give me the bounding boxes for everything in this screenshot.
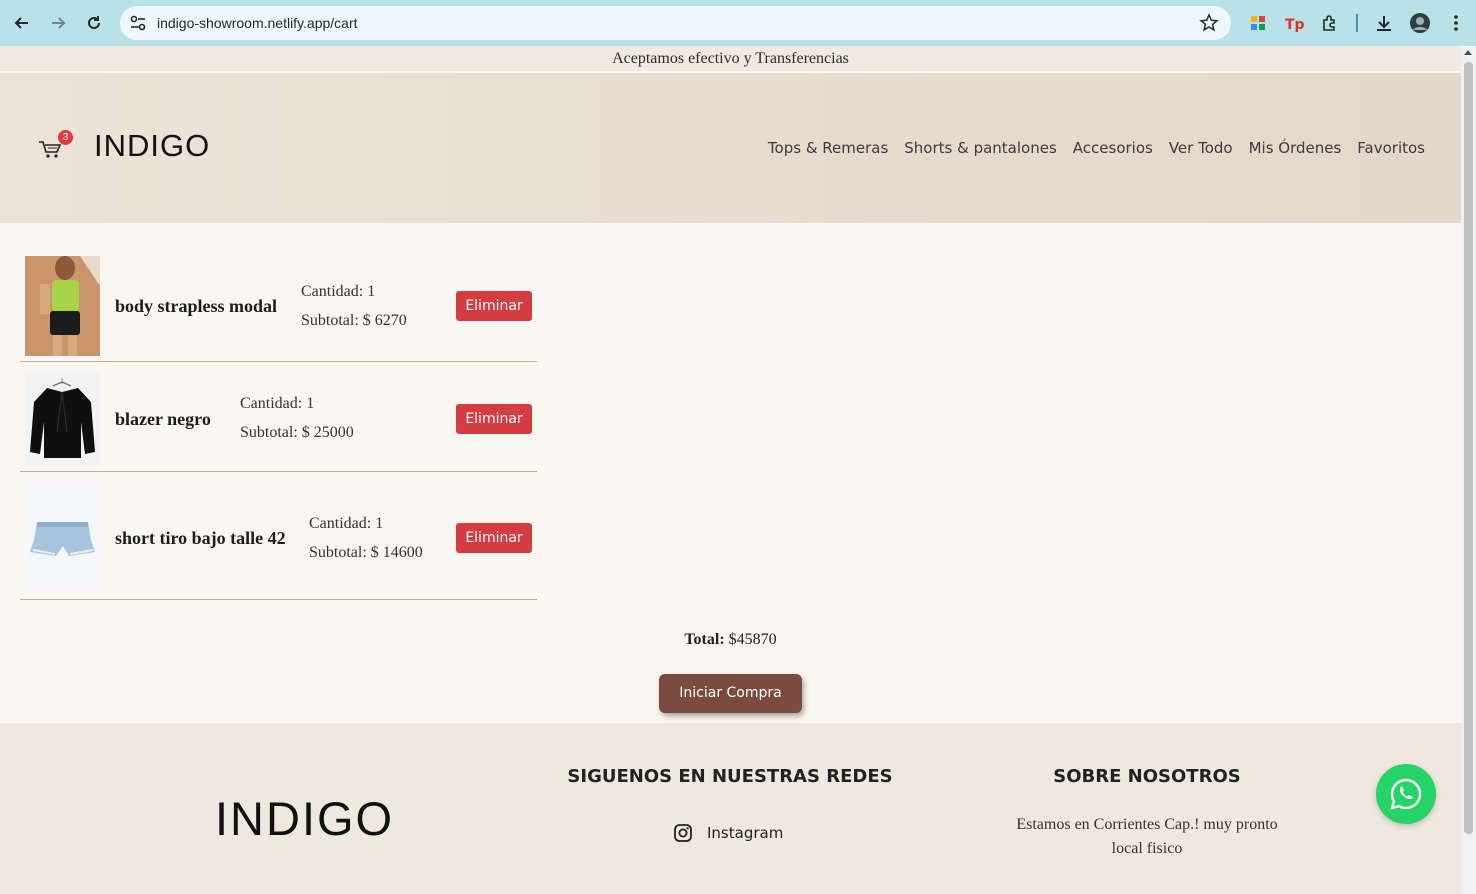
- total-value: $45870: [728, 631, 777, 648]
- site-header: 3 INDIGO Tops & Remeras Shorts & pantalo…: [0, 73, 1461, 223]
- tp-extension-icon[interactable]: Tp: [1283, 12, 1305, 34]
- product-quantity: Cantidad: 1: [240, 395, 315, 412]
- product-name[interactable]: blazer negro: [115, 409, 211, 430]
- toolbar-divider: [1356, 14, 1358, 32]
- profile-avatar-icon[interactable]: [1409, 12, 1431, 34]
- nav-shorts-pantalones[interactable]: Shorts & pantalones: [904, 139, 1057, 157]
- reload-icon[interactable]: [82, 11, 106, 35]
- scrollbar-thumb[interactable]: [1464, 62, 1473, 834]
- browser-menu-icon[interactable]: [1445, 12, 1467, 34]
- footer-brand-logo: INDIGO: [215, 792, 395, 845]
- main-nav: Tops & Remeras Shorts & pantalones Acces…: [768, 139, 1425, 157]
- instagram-icon: [674, 824, 692, 842]
- site-footer: INDIGO SIGUENOS EN NUESTRAS REDES Instag…: [0, 723, 1461, 894]
- browser-toolbar: indigo-showroom.netlify.app/cart Tp: [0, 0, 1476, 46]
- product-subtotal: Subtotal: $ 6270: [301, 312, 407, 329]
- cart-item: body strapless modal Cantidad: 1 Subtota…: [20, 249, 537, 362]
- remove-item-button[interactable]: Eliminar: [456, 291, 532, 321]
- remove-item-button[interactable]: Eliminar: [456, 523, 532, 553]
- nav-favoritos[interactable]: Favoritos: [1357, 139, 1425, 157]
- product-quantity: Cantidad: 1: [309, 515, 384, 532]
- product-image[interactable]: [25, 372, 100, 466]
- instagram-link[interactable]: Instagram: [673, 823, 783, 843]
- product-quantity: Cantidad: 1: [301, 283, 376, 300]
- url-text[interactable]: indigo-showroom.netlify.app/cart: [157, 15, 358, 31]
- cart-total: Total: $45870: [0, 631, 1461, 649]
- total-label: Total:: [684, 631, 725, 648]
- cart-button[interactable]: 3: [38, 130, 73, 159]
- cart-item: blazer negro Cantidad: 1 Subtotal: $ 250…: [20, 362, 537, 472]
- scroll-up-arrow-icon[interactable]: [1464, 50, 1472, 55]
- product-name[interactable]: body strapless modal: [115, 296, 277, 317]
- social-section-title: SIGUENOS EN NUESTRAS REDES: [567, 766, 893, 787]
- promo-banner: Aceptamos efectivo y Transferencias: [0, 46, 1461, 72]
- instagram-label[interactable]: Instagram: [707, 824, 783, 842]
- about-section-title: SOBRE NOSOTROS: [1053, 766, 1241, 787]
- brand-logo[interactable]: INDIGO: [94, 128, 210, 164]
- cart-item: short tiro bajo talle 42 Cantidad: 1 Sub…: [20, 472, 537, 600]
- checkout-button[interactable]: Iniciar Compra: [659, 674, 802, 713]
- nav-tops-remeras[interactable]: Tops & Remeras: [768, 139, 888, 157]
- shopping-cart-icon: [39, 141, 62, 158]
- nav-accesorios[interactable]: Accesorios: [1073, 139, 1153, 157]
- product-subtotal: Subtotal: $ 14600: [309, 544, 423, 561]
- product-subtotal: Subtotal: $ 25000: [240, 424, 354, 441]
- back-icon[interactable]: [10, 11, 34, 35]
- whatsapp-button[interactable]: [1376, 764, 1436, 824]
- bookmark-star-icon[interactable]: [1199, 13, 1219, 33]
- product-image[interactable]: [25, 482, 100, 590]
- remove-item-button[interactable]: Eliminar: [456, 404, 532, 434]
- nav-ver-todo[interactable]: Ver Todo: [1169, 139, 1233, 157]
- page-content: Aceptamos efectivo y Transferencias 3 IN…: [0, 46, 1461, 894]
- svg-text:Tp: Tp: [1285, 17, 1304, 32]
- address-bar[interactable]: indigo-showroom.netlify.app/cart: [120, 6, 1231, 40]
- color-extension-icon[interactable]: [1247, 12, 1269, 34]
- extensions-puzzle-icon[interactable]: [1319, 12, 1341, 34]
- site-settings-icon[interactable]: [128, 13, 148, 33]
- download-icon[interactable]: [1373, 12, 1395, 34]
- whatsapp-icon: [1390, 778, 1422, 810]
- product-image[interactable]: [25, 256, 100, 356]
- forward-icon[interactable]: [46, 11, 70, 35]
- about-text: Estamos en Corrientes Cap.! muy pronto l…: [1016, 816, 1278, 857]
- nav-mis-ordenes[interactable]: Mis Órdenes: [1249, 139, 1342, 157]
- cart-count-badge: 3: [58, 130, 73, 145]
- product-name[interactable]: short tiro bajo talle 42: [115, 528, 286, 549]
